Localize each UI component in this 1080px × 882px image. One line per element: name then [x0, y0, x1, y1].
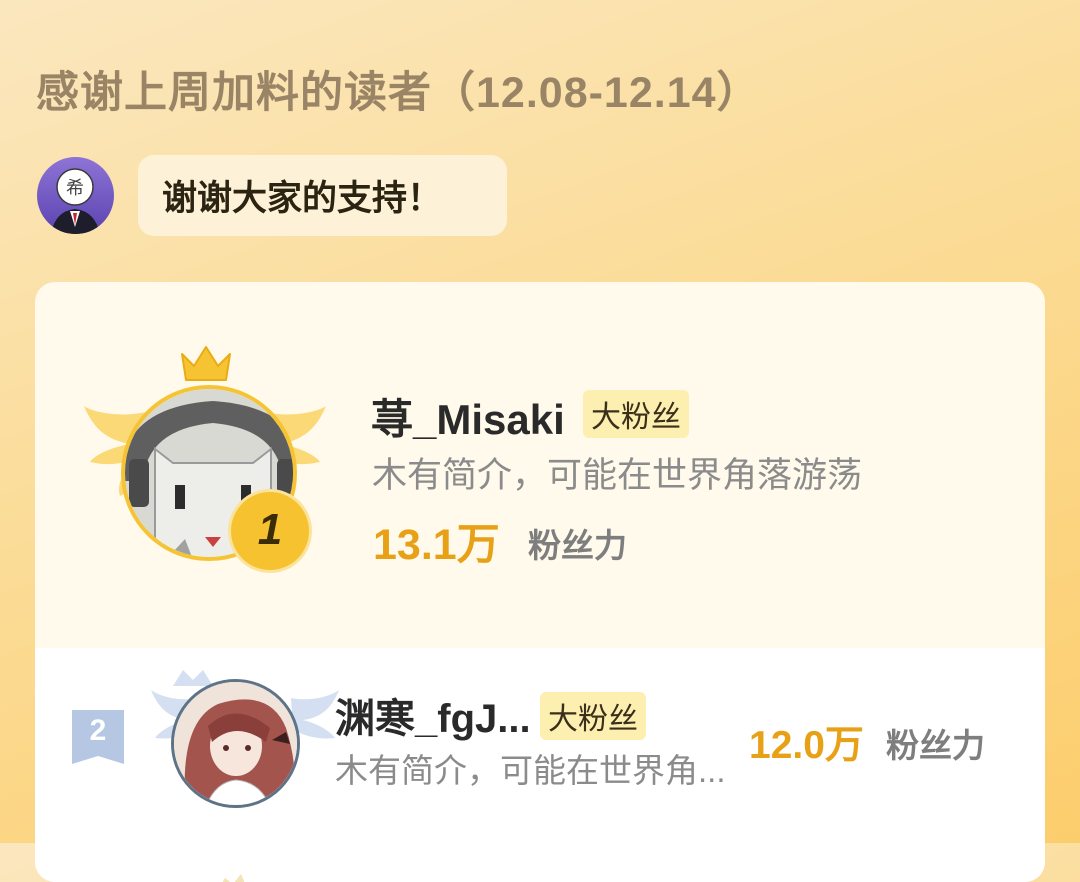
fan-power-value: 12.0万 — [749, 724, 864, 767]
rank-medal: 1 — [228, 489, 312, 573]
rank-number: 2 — [89, 714, 107, 747]
fan-power-value: 13.1万 — [373, 521, 500, 569]
user-bio: 木有简介，可能在世界角... — [335, 752, 726, 789]
page-title: 感谢上周加料的读者（12.08-12.14） — [36, 69, 761, 117]
user-bio: 木有简介，可能在世界角落游荡 — [372, 456, 863, 495]
fan-badge: 大粉丝 — [540, 692, 646, 740]
user-avatar[interactable] — [171, 679, 300, 808]
fan-badge: 大粉丝 — [583, 390, 689, 438]
greeting-text: 谢谢大家的支持！ — [162, 179, 443, 218]
ranking-item-2[interactable]: 2 渊寒_fgJ... 大粉丝 木有简介，可能在世界角... 12.0万 粉丝力 — [35, 648, 1045, 882]
ranking-item-1[interactable]: 1 荨_Misaki 大粉丝 木有简介，可能在世界角落游荡 13.1万 粉丝力 — [35, 282, 1045, 648]
user-name[interactable]: 荨_Misaki — [371, 386, 565, 447]
crown-icon — [222, 874, 245, 882]
greeting-bubble: 谢谢大家的支持！ — [138, 155, 507, 236]
crown-icon — [181, 346, 231, 381]
user-name[interactable]: 渊寒_fgJ... — [335, 686, 531, 744]
fan-power-label: 粉丝力 — [528, 527, 627, 564]
svg-text:希: 希 — [66, 178, 84, 199]
fan-power-label: 粉丝力 — [886, 727, 985, 764]
admin-avatar[interactable]: 希 — [37, 157, 114, 234]
ranking-card: 1 荨_Misaki 大粉丝 木有简介，可能在世界角落游荡 13.1万 粉丝力 … — [35, 282, 1045, 882]
